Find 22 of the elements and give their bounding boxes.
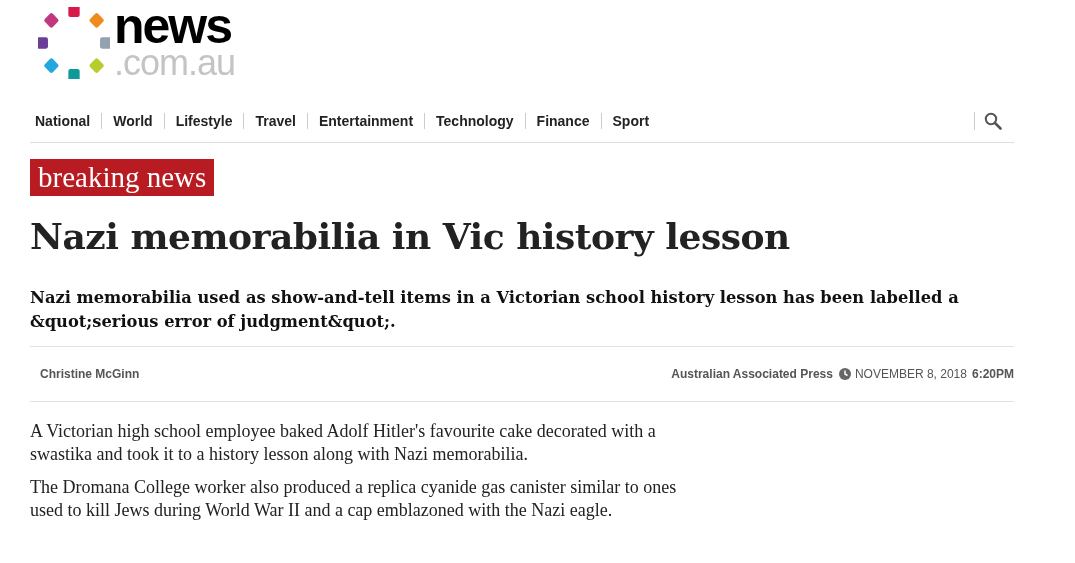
search-icon[interactable]	[984, 112, 1002, 130]
breaking-news-label: breaking news	[30, 159, 215, 196]
nav-link[interactable]: Technology	[424, 113, 525, 129]
logo-wordmark[interactable]: news	[114, 6, 236, 46]
logo-icon	[38, 7, 110, 79]
publish-date: NOVEMBER 8, 2018	[854, 367, 967, 381]
author-name[interactable]: Christine McGinn	[40, 367, 140, 381]
source-name: Australian Associated Press	[671, 367, 833, 381]
headline: Nazi memorabilia in Vic history lesson	[30, 214, 791, 258]
logo-domain: .com.au	[114, 46, 236, 80]
nav-link[interactable]: Sport	[600, 113, 661, 129]
nav-link[interactable]: Lifestyle	[163, 113, 244, 129]
nav-link[interactable]: Travel	[243, 113, 307, 129]
body-paragraph: The Dromana College worker also produced a replica cyanide gas canister similar to ones used to kill Jews during World War II and a cap emblazoned with the Nazi eagle.	[30, 476, 678, 522]
clock-icon	[838, 368, 851, 380]
nav-link[interactable]: World	[101, 113, 164, 129]
standfirst: Nazi memorabilia used as show-and-tell items in a Victorian school history lesson has been labelled a &quot;serious error of judgment&quot;.	[30, 286, 1014, 347]
nav-link[interactable]: Entertainment	[306, 113, 425, 129]
publish-time: 6:20PM	[971, 367, 1014, 381]
nav-link[interactable]: Finance	[524, 113, 601, 129]
body-paragraph: A Victorian high school employee baked Adolf Hitler's favourite cake decorated with a swastika and took it to a history lesson along with Nazi memorabilia.	[30, 420, 657, 466]
nav-link[interactable]: National	[30, 113, 102, 129]
